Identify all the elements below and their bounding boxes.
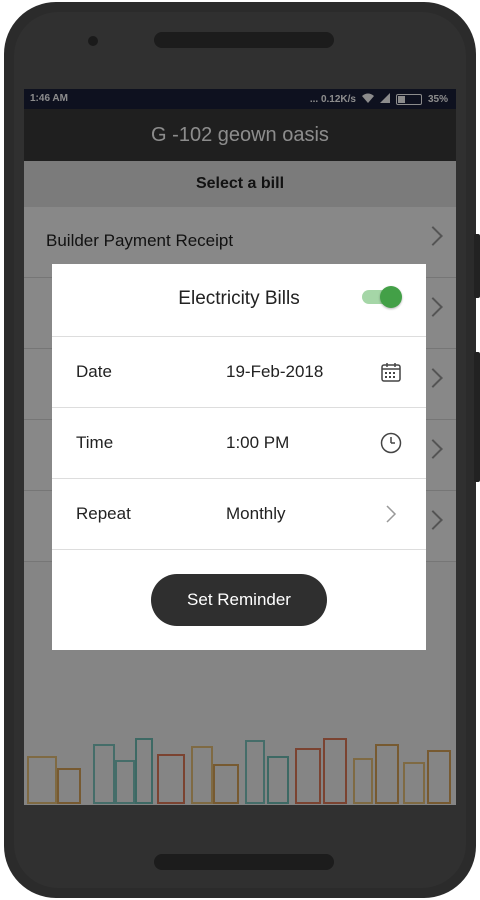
top-speaker	[154, 32, 334, 48]
button-container: Set Reminder	[52, 574, 426, 626]
repeat-value: Monthly	[226, 504, 286, 523]
front-camera	[88, 36, 98, 46]
clock-icon[interactable]	[380, 432, 402, 454]
reminder-toggle[interactable]	[362, 286, 402, 308]
chevron-right-icon[interactable]	[380, 503, 402, 525]
repeat-row[interactable]: Repeat Monthly	[52, 479, 426, 550]
time-row[interactable]: Time 1:00 PM	[52, 408, 426, 479]
time-label: Time	[76, 433, 114, 452]
dialog-header: Electricity Bills	[52, 264, 426, 337]
volume-button	[474, 234, 480, 298]
power-button	[474, 352, 480, 482]
date-value: 19-Feb-2018	[226, 362, 324, 381]
date-row[interactable]: Date 19-Feb-2018	[52, 337, 426, 408]
date-label: Date	[76, 362, 112, 381]
calendar-icon[interactable]	[380, 361, 402, 383]
set-reminder-button[interactable]: Set Reminder	[151, 574, 327, 626]
bottom-speaker	[154, 854, 334, 870]
time-value: 1:00 PM	[226, 433, 290, 452]
reminder-dialog: Electricity Bills Date 19-Feb-2018 Time …	[52, 264, 426, 650]
toggle-knob	[380, 286, 402, 308]
repeat-label: Repeat	[76, 504, 131, 523]
screen: 1:46 AM ... 0.12K/s 35% G -102 geown oas…	[24, 89, 456, 805]
